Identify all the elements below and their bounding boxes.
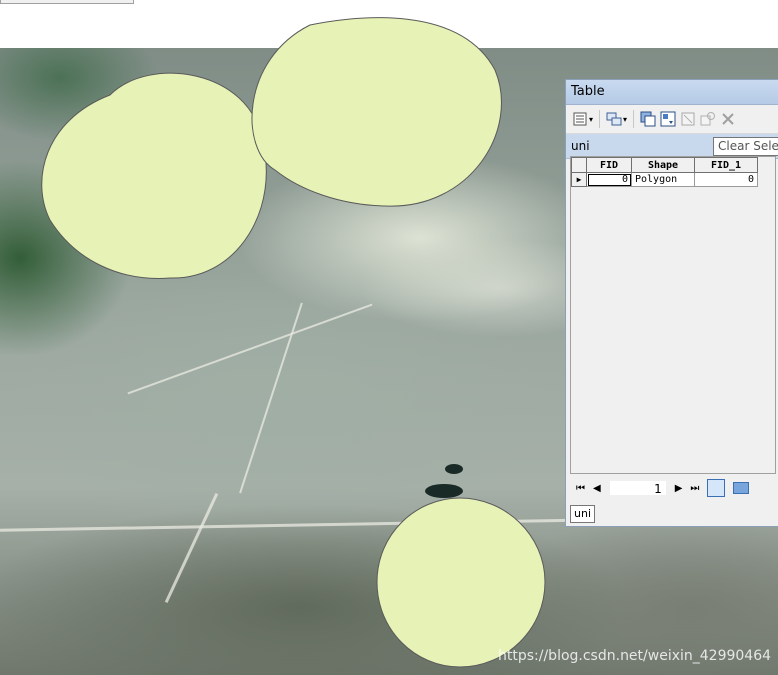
table-toolbar: ▾ ▾ <box>566 105 778 134</box>
column-header-fid-1[interactable]: FID_1 <box>694 157 758 173</box>
attribute-table-window[interactable]: Table ▾ ▾ uni Clear Selection FID Shape <box>565 79 778 527</box>
buffer-polygon[interactable] <box>251 17 502 207</box>
attribute-table: FID Shape FID_1 ▶ 0 Polygon 0 <box>571 157 758 187</box>
table-options-button[interactable]: ▾ <box>572 109 593 129</box>
clear-selection-tooltip: Clear Selection <box>713 137 778 156</box>
column-header-shape[interactable]: Shape <box>631 157 695 173</box>
cell-shape[interactable]: Polygon <box>631 172 695 187</box>
previous-record-icon[interactable]: ◀ <box>593 483 601 494</box>
buffer-polygon[interactable] <box>41 72 267 279</box>
cell-fid[interactable]: 0 <box>586 172 632 187</box>
zoom-to-selected-icon[interactable] <box>700 111 716 127</box>
record-position-input[interactable]: 1 <box>608 480 667 496</box>
table-row[interactable]: ▶ 0 Polygon 0 <box>571 172 758 187</box>
table-tab-label: uni <box>571 139 590 153</box>
toolbar-separator <box>599 110 601 128</box>
bottom-table-tab[interactable]: uni <box>570 505 595 523</box>
select-by-attributes-icon[interactable] <box>640 111 656 127</box>
delete-selected-icon[interactable] <box>720 111 736 127</box>
chevron-down-icon: ▾ <box>623 114 628 124</box>
column-header-fid[interactable]: FID <box>586 157 632 173</box>
attribute-grid[interactable]: FID Shape FID_1 ▶ 0 Polygon 0 <box>570 156 776 474</box>
row-selector-arrow-icon[interactable]: ▶ <box>571 172 587 187</box>
cell-fid-1[interactable]: 0 <box>694 172 758 187</box>
show-all-records-icon[interactable] <box>707 479 726 497</box>
clear-selection-icon[interactable] <box>680 111 696 127</box>
window-title[interactable]: Table <box>566 80 778 105</box>
show-selected-records-icon[interactable] <box>733 482 750 494</box>
buffer-polygon[interactable] <box>376 497 546 668</box>
row-selector-header[interactable] <box>571 157 587 173</box>
next-record-icon[interactable]: ▶ <box>675 483 683 494</box>
related-tables-button[interactable]: ▾ <box>606 109 627 129</box>
toolbar-separator <box>633 110 635 128</box>
last-record-icon[interactable]: ⏭ <box>690 483 699 494</box>
table-header-row: FID Shape FID_1 <box>571 157 758 173</box>
first-record-icon[interactable]: ⏮ <box>576 483 585 494</box>
watermark: https://blog.csdn.net/weixin_42990464 <box>498 648 772 664</box>
table-options-icon <box>573 112 587 126</box>
chevron-down-icon: ▾ <box>589 114 594 124</box>
record-navigation: ⏮ ◀ 1 ▶ ⏭ <box>570 477 776 499</box>
related-tables-icon <box>606 112 622 126</box>
switch-selection-icon[interactable] <box>660 111 676 127</box>
